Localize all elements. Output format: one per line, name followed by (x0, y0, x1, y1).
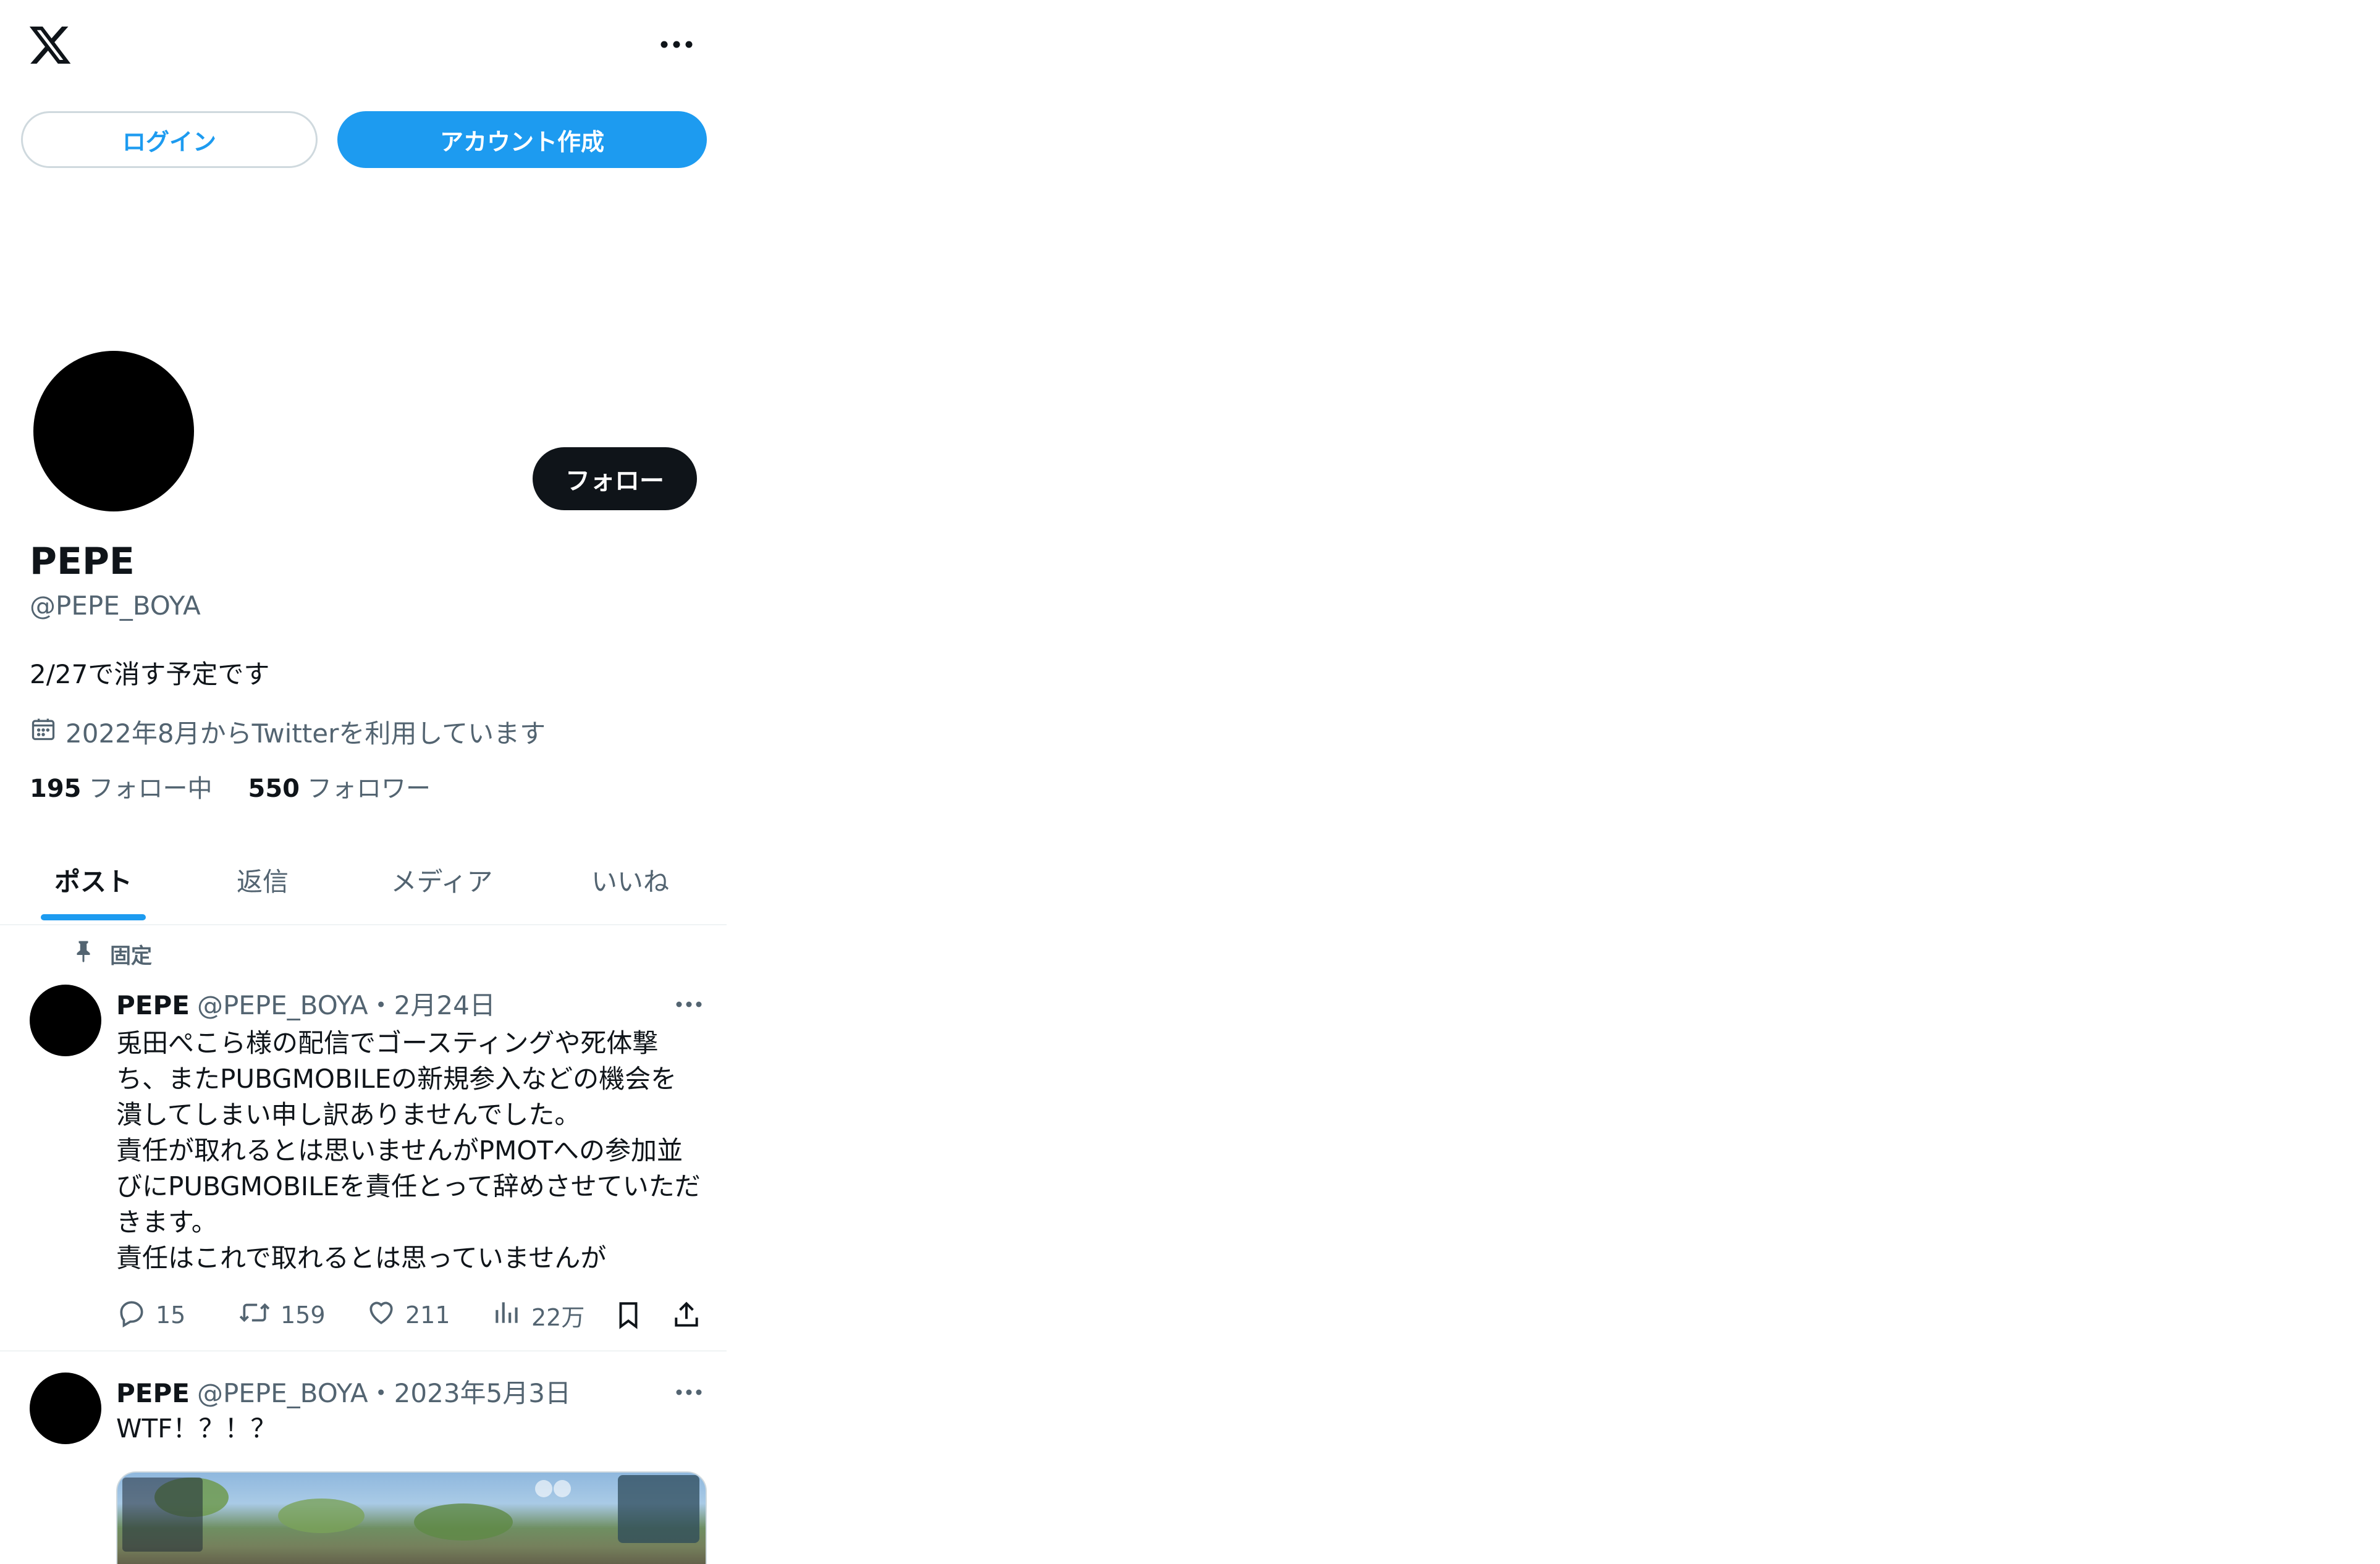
post-dot: ・ (368, 1378, 394, 1408)
post-avatar[interactable] (30, 985, 101, 1056)
views-action[interactable]: 22万 (492, 1293, 584, 1337)
followers-label: フォロワー (307, 775, 431, 803)
repost-count: 159 (281, 1301, 326, 1329)
like-count: 211 (405, 1301, 450, 1329)
post-text: WTF！？！？ (116, 1413, 277, 1444)
post-date[interactable]: 2月24日 (394, 990, 496, 1020)
post-media-image[interactable] (116, 1471, 707, 1564)
post-text-line: びにPUBGMOBILEを責任とって辞めさせていただ (116, 1171, 701, 1201)
heart-icon (366, 1297, 397, 1334)
post-text: 兎田ぺこら様の配信でゴースティングや死体撃 ち、またPUBGMOBILEの新規参… (116, 1025, 709, 1276)
post-text-line: 責任はこれで取れるとは思っていませんが (116, 1243, 607, 1273)
follow-stats: 195 フォロー中 550 フォロワー (30, 768, 431, 804)
bookmark-icon[interactable] (613, 1293, 644, 1337)
like-action[interactable]: 211 (366, 1293, 450, 1337)
views-chart-icon (492, 1297, 523, 1334)
post-more-icon[interactable] (666, 991, 712, 1018)
post-header: PEPE @PEPE_BOYA・2月24日 (116, 985, 496, 1022)
x-logo-icon[interactable] (27, 22, 73, 68)
joined-date: 2022年8月からTwitterを利用しています (30, 713, 546, 750)
profile-bio: 2/27で消す予定です (30, 659, 270, 689)
more-options-icon[interactable] (654, 31, 699, 58)
post-dot: ・ (368, 990, 394, 1020)
reply-count: 15 (156, 1301, 186, 1329)
post-text-line: 潰してしまい申し訳ありませんでした。 (116, 1099, 581, 1130)
reply-action[interactable]: 15 (116, 1293, 185, 1337)
tab-media[interactable]: メディア (371, 861, 513, 899)
post-author-name[interactable]: PEPE (116, 990, 190, 1020)
calendar-icon (30, 715, 57, 749)
post-avatar[interactable] (30, 1373, 101, 1444)
post-text-line: 責任が取れるとは思いませんがPMOTへの参加並 (116, 1135, 683, 1166)
post-text-line: きます。 (116, 1207, 217, 1237)
login-button[interactable]: ログイン (21, 111, 318, 168)
joined-text: 2022年8月からTwitterを利用しています (65, 718, 546, 749)
reply-icon (116, 1297, 147, 1334)
views-count: 22万 (531, 1303, 585, 1331)
followers-count: 550 (248, 775, 300, 803)
post-more-icon[interactable] (666, 1379, 712, 1406)
repost-action[interactable]: 159 (237, 1293, 326, 1337)
repost-icon (237, 1297, 272, 1334)
tab-replies[interactable]: 返信 (210, 861, 315, 899)
post-text-line: ち、またPUBGMOBILEの新規参入などの機会を (116, 1064, 677, 1094)
post-author-handle[interactable]: @PEPE_BOYA (197, 990, 368, 1020)
profile-handle: @PEPE_BOYA (30, 591, 201, 621)
profile-display-name: PEPE (30, 540, 135, 583)
create-account-button[interactable]: アカウント作成 (337, 111, 707, 168)
post-divider (0, 1350, 727, 1352)
post-actions: 15 159 211 22万 (116, 1293, 709, 1337)
followers-link[interactable]: 550 フォロワー (248, 768, 431, 804)
pinned-label: 固定 (110, 944, 152, 969)
tab-posts[interactable]: ポスト (41, 861, 146, 899)
profile-avatar[interactable] (33, 351, 194, 511)
post-author-name[interactable]: PEPE (116, 1378, 190, 1408)
tab-likes[interactable]: いいね (568, 861, 692, 899)
post-header: PEPE @PEPE_BOYA・2023年5月3日 (116, 1373, 571, 1410)
post-date[interactable]: 2023年5月3日 (394, 1378, 571, 1408)
following-count: 195 (30, 775, 82, 803)
following-link[interactable]: 195 フォロー中 (30, 768, 213, 804)
active-tab-indicator (41, 914, 146, 920)
share-icon[interactable] (671, 1293, 702, 1337)
profile-column: ログイン アカウント作成 フォロー PEPE @PEPE_BOYA 2/27で消… (0, 0, 727, 1564)
follow-button[interactable]: フォロー (533, 447, 697, 510)
post-text-line: 兎田ぺこら様の配信でゴースティングや死体撃 (116, 1028, 659, 1058)
pin-icon (74, 940, 93, 968)
following-label: フォロー中 (88, 775, 213, 803)
profile-tabs: ポスト 返信 メディア いいね (0, 844, 727, 925)
post-author-handle[interactable]: @PEPE_BOYA (197, 1378, 368, 1408)
pinned-indicator: 固定 (74, 939, 152, 969)
